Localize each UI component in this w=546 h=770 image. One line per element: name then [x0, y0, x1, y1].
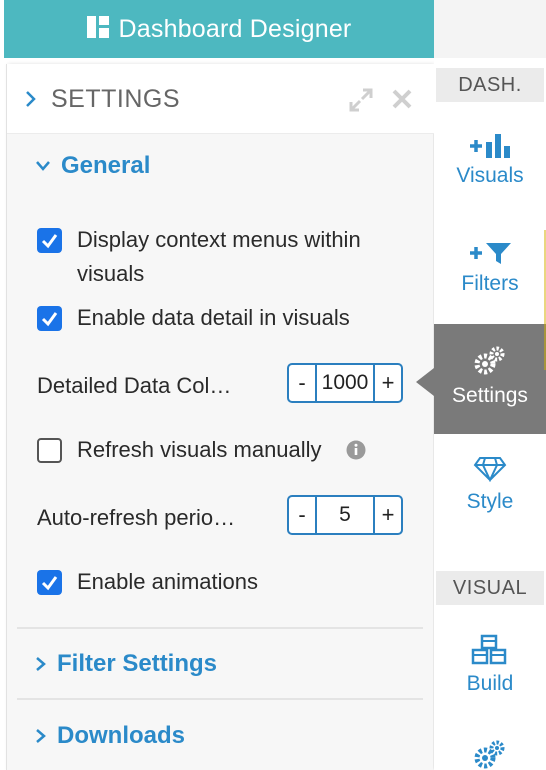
- settings-panel-header: SETTINGS: [7, 64, 434, 134]
- section-filter-settings-title: Filter Settings: [57, 650, 218, 677]
- detailed-data-increment-button[interactable]: +: [375, 365, 401, 401]
- gears-icon[interactable]: [472, 740, 506, 770]
- detailed-data-label: Detailed Data Col…: [37, 373, 232, 398]
- refresh-manually-label: Refresh visuals manually: [77, 437, 322, 462]
- cubes-icon: [471, 634, 507, 665]
- chevron-right-icon: [36, 729, 46, 743]
- active-pointer: [416, 368, 434, 396]
- header-spacer: [434, 0, 546, 58]
- animations-label: Enable animations: [77, 569, 259, 594]
- auto-refresh-value[interactable]: 5: [315, 497, 375, 533]
- rail-item-build-label: Build: [466, 672, 514, 695]
- section-filter-settings-toggle[interactable]: Filter Settings: [35, 650, 217, 678]
- section-divider: [17, 698, 423, 700]
- auto-refresh-increment-button[interactable]: +: [375, 497, 401, 533]
- diamond-icon: [473, 457, 507, 482]
- section-general-toggle[interactable]: General: [35, 152, 150, 180]
- expand-icon[interactable]: [348, 87, 374, 118]
- auto-refresh-label: Auto-refresh perio…: [37, 505, 236, 530]
- chevron-down-icon: [36, 161, 50, 171]
- rail-dash-header: DASH.: [436, 68, 544, 102]
- gears-icon: [474, 346, 505, 375]
- right-rail: DASH. Visuals Filters Settings Style VIS…: [416, 58, 546, 770]
- detailed-data-stepper: - 1000 +: [287, 363, 403, 403]
- rail-item-build[interactable]: Build: [434, 634, 546, 696]
- panel-title: SETTINGS: [51, 85, 181, 113]
- chevron-right-icon[interactable]: [25, 90, 37, 113]
- section-general-title: General: [61, 152, 151, 179]
- rail-item-visuals-label: Visuals: [456, 164, 524, 187]
- section-downloads-title: Downloads: [57, 722, 186, 749]
- rail-item-style[interactable]: Style: [434, 456, 546, 514]
- add-chart-icon: [470, 134, 510, 158]
- dashboard-icon: [86, 15, 109, 43]
- animations-checkbox[interactable]: [37, 570, 62, 595]
- settings-panel: SETTINGS General Display context menus w…: [6, 64, 434, 770]
- rail-item-filters-label: Filters: [461, 272, 519, 295]
- auto-refresh-decrement-button[interactable]: -: [289, 497, 315, 533]
- section-downloads-toggle[interactable]: Downloads: [35, 722, 185, 750]
- section-divider: [17, 627, 423, 629]
- data-detail-label: Enable data detail in visuals: [77, 305, 350, 330]
- data-detail-checkbox[interactable]: [37, 306, 62, 331]
- checkmark-icon: [41, 234, 58, 249]
- info-icon[interactable]: [346, 440, 366, 465]
- rail-item-visuals[interactable]: Visuals: [434, 132, 546, 188]
- add-filter-icon: [470, 243, 511, 264]
- rail-item-style-label: Style: [466, 490, 514, 513]
- chevron-right-icon: [36, 657, 46, 671]
- context-menus-label: Display context menus within visuals: [77, 227, 361, 286]
- rail-item-filters[interactable]: Filters: [434, 240, 546, 296]
- context-menus-checkbox[interactable]: [37, 228, 62, 253]
- rail-item-settings-label: Settings: [452, 384, 528, 407]
- refresh-manually-checkbox[interactable]: [37, 438, 62, 463]
- rail-item-settings[interactable]: Settings: [416, 324, 546, 434]
- checkmark-icon: [41, 576, 58, 591]
- detailed-data-decrement-button[interactable]: -: [289, 365, 315, 401]
- app-header: Dashboard Designer: [4, 0, 434, 58]
- detailed-data-value[interactable]: 1000: [315, 365, 375, 401]
- close-icon[interactable]: [391, 88, 413, 115]
- checkmark-icon: [41, 312, 58, 327]
- rail-visual-header: VISUAL: [436, 571, 544, 605]
- app-title: Dashboard Designer: [118, 14, 352, 43]
- auto-refresh-stepper: - 5 +: [287, 495, 403, 535]
